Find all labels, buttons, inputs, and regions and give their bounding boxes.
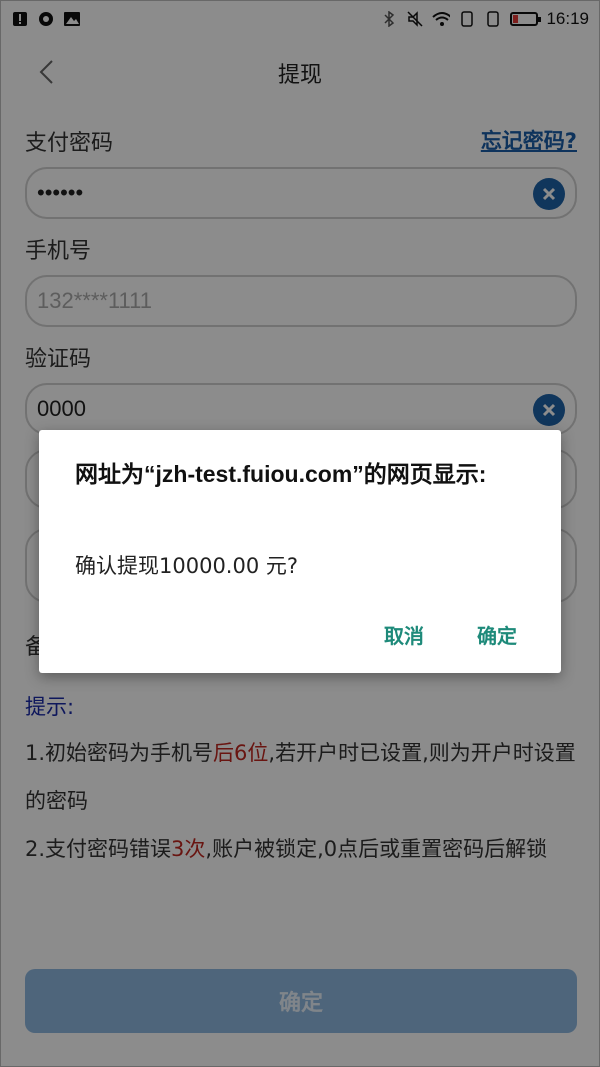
dialog-cancel-button[interactable]: 取消 <box>384 620 424 649</box>
dialog-ok-button[interactable]: 确定 <box>477 620 517 649</box>
confirm-dialog: 网址为“jzh-test.fuiou.com”的网页显示: 确认提现10000.… <box>39 430 561 673</box>
dialog-message: 确认提现10000.00 元? <box>75 554 299 578</box>
dialog-title: 网址为“jzh-test.fuiou.com”的网页显示: <box>75 461 487 487</box>
